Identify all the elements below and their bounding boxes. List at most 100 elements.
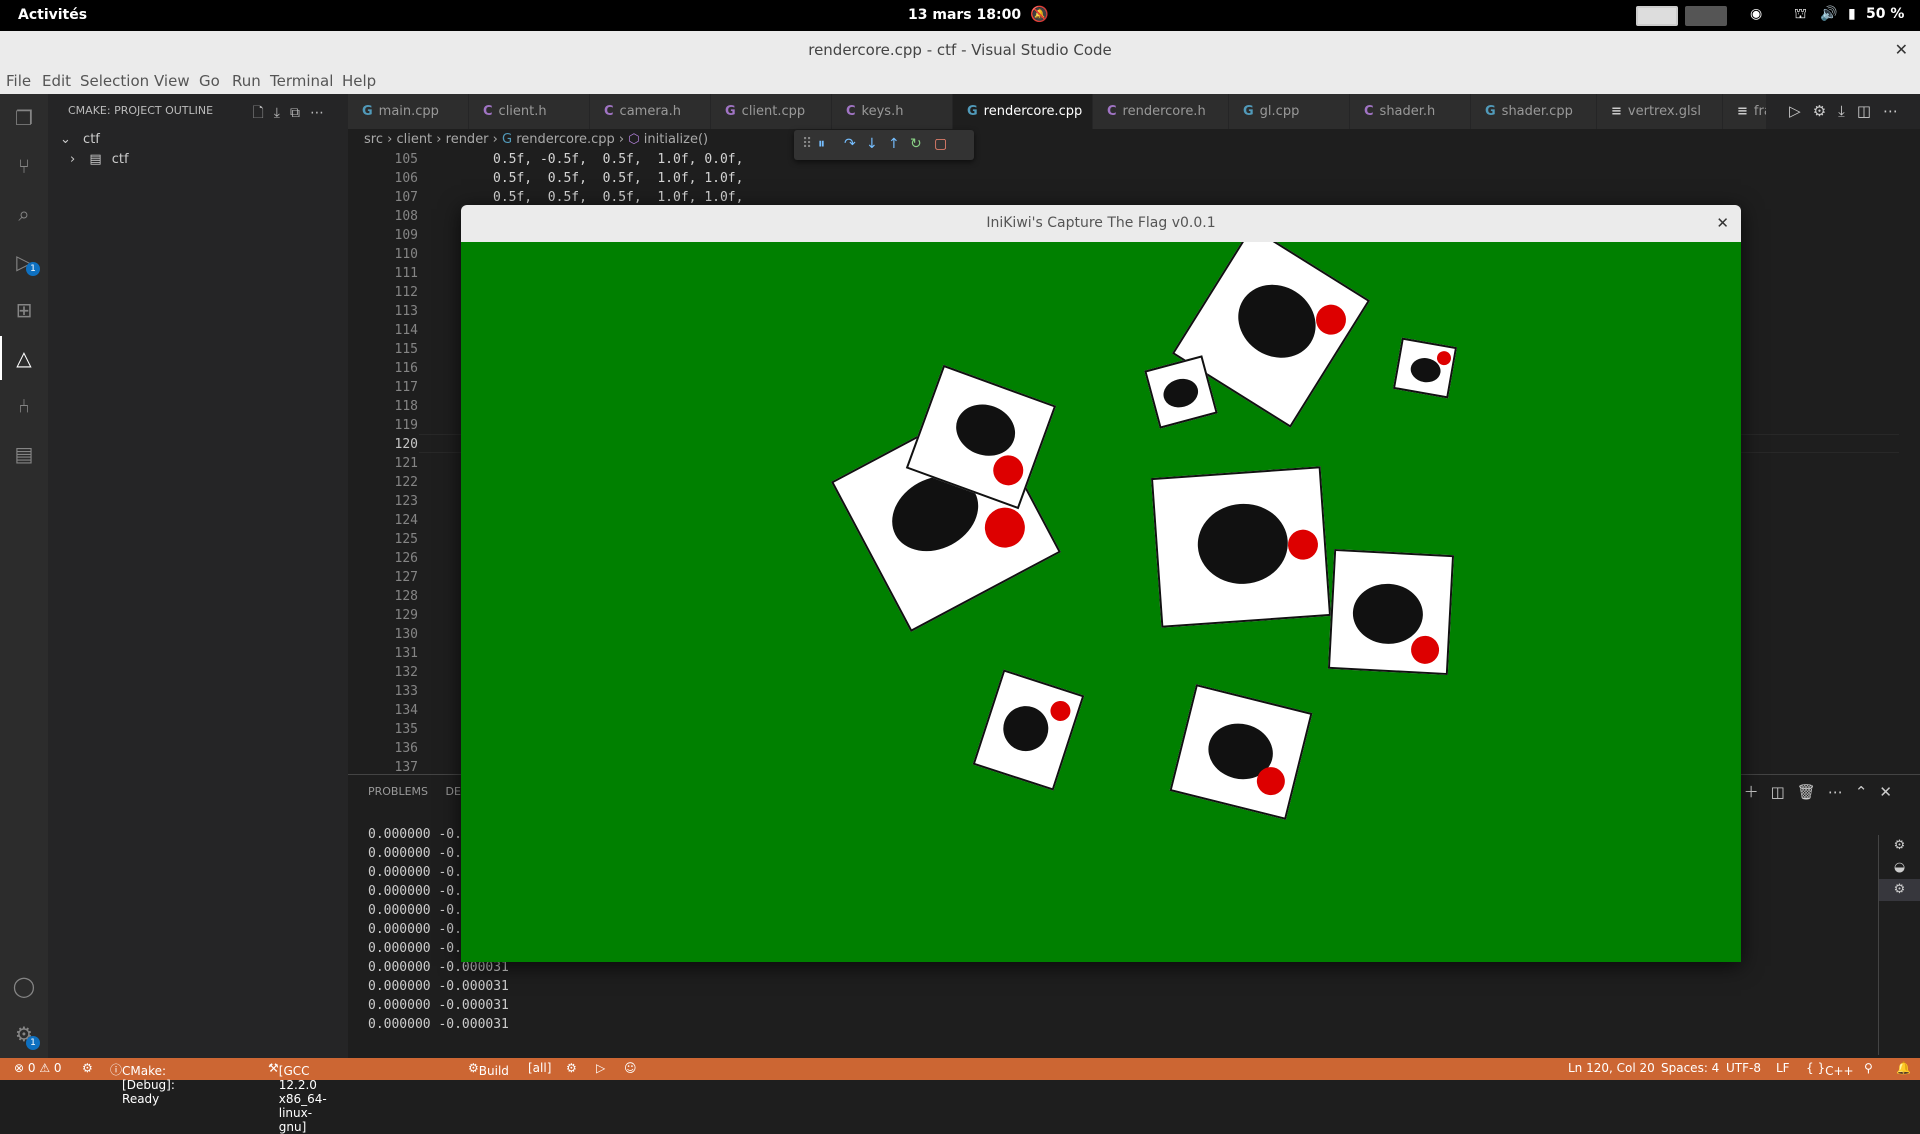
- notebook-icon[interactable]: ▤: [10, 440, 38, 468]
- download-icon[interactable]: ⤓: [1838, 102, 1857, 120]
- tab-debug-console[interactable]: DE: [446, 785, 461, 798]
- game-render-canvas[interactable]: [461, 242, 1741, 962]
- activities-button[interactable]: Activités: [18, 7, 87, 23]
- menu-go[interactable]: Go: [199, 72, 220, 90]
- problems-status[interactable]: ⊗ 0 ⚠ 0: [14, 1061, 62, 1075]
- menu-run[interactable]: Run: [232, 72, 261, 90]
- split-terminal-icon[interactable]: ◫: [1771, 783, 1797, 801]
- more-actions-icon[interactable]: ⋯: [1883, 102, 1910, 120]
- code-view[interactable]: 0.5f, -0.5f, 0.5f, 1.0f, 0.0f, 0.5f, 0.5…: [493, 150, 743, 207]
- step-over-icon[interactable]: ↷: [844, 136, 856, 152]
- tab-rendercore-h[interactable]: Crendercore.h: [1093, 94, 1229, 129]
- indentation[interactable]: Spaces: 4: [1661, 1061, 1719, 1075]
- menu-help[interactable]: Help: [342, 72, 376, 90]
- cmake-terminal-icon[interactable]: ◒: [1879, 857, 1920, 879]
- breadcrumb-item[interactable]: src: [364, 132, 383, 147]
- game-window[interactable]: IniKiwi's Capture The Flag v0.0.1 ✕: [461, 205, 1741, 962]
- debug-status-icon[interactable]: ⚙: [82, 1061, 93, 1075]
- volume-icon[interactable]: 🔊: [1820, 6, 1837, 22]
- split-editor-icon[interactable]: ◫: [1857, 102, 1883, 120]
- window-close-button[interactable]: ✕: [1895, 31, 1908, 69]
- drag-handle-icon[interactable]: ⠿: [802, 136, 812, 152]
- launch-button-icon[interactable]: ▷: [596, 1061, 605, 1075]
- cmake-status[interactable]: ⓘ CMake: [Debug]: Ready: [110, 1061, 175, 1106]
- breadcrumb-item[interactable]: client: [396, 132, 432, 147]
- tab-rendercore-cpp[interactable]: Grendercore.cpp✕: [953, 94, 1105, 129]
- debug-terminal-icon[interactable]: ⚙: [1879, 835, 1920, 857]
- pause-icon[interactable]: ⏸: [818, 136, 825, 152]
- tab-shader-h[interactable]: Cshader.h: [1350, 94, 1471, 129]
- tab-gl-cpp[interactable]: Ggl.cpp: [1229, 94, 1350, 129]
- search-icon[interactable]: ⌕: [10, 200, 38, 228]
- stop-icon[interactable]: ▢: [934, 136, 947, 152]
- breadcrumb-item[interactable]: rendercore.cpp: [516, 132, 615, 147]
- menu-terminal[interactable]: Terminal: [270, 72, 333, 90]
- clock[interactable]: 13 mars 18:00: [908, 7, 1021, 23]
- tab-shader-cpp[interactable]: Gshader.cpp: [1471, 94, 1597, 129]
- more-actions-icon[interactable]: ⋯: [1828, 783, 1855, 801]
- step-into-icon[interactable]: ↓: [866, 136, 878, 152]
- maximize-panel-icon[interactable]: ⌃: [1855, 783, 1880, 801]
- kit-status[interactable]: ⚒ [GCC 12.2.0 x86_64-linux-gnu]: [268, 1061, 327, 1134]
- c-header-icon: C: [1364, 104, 1374, 119]
- run-icon[interactable]: ▷: [1789, 102, 1813, 120]
- battery-percent[interactable]: 50 %: [1866, 6, 1904, 22]
- debug-button-icon[interactable]: ⚙: [566, 1061, 577, 1075]
- tree-item-target[interactable]: › ▤ ctf: [70, 150, 129, 170]
- textured-cube: [1392, 337, 1458, 399]
- live-share-icon[interactable]: ⚲: [1864, 1061, 1873, 1075]
- tab-keys-h[interactable]: Ckeys.h: [832, 94, 953, 129]
- tab-fragment-glsl[interactable]: ≡ fra: [1723, 94, 1767, 129]
- tab-client-cpp[interactable]: Gclient.cpp: [711, 94, 832, 129]
- gamepad-icon[interactable]: ◉: [1750, 6, 1762, 22]
- configure-icon[interactable]: 🗋: [253, 105, 274, 121]
- cursor-position[interactable]: Ln 120, Col 20: [1568, 1061, 1655, 1075]
- line-ending[interactable]: LF: [1776, 1061, 1790, 1075]
- language-mode[interactable]: { } C++: [1806, 1061, 1854, 1078]
- window-titlebar: rendercore.cpp - ctf - Visual Studio Cod…: [0, 31, 1920, 69]
- line-number: 120: [394, 437, 418, 452]
- notifications-bell-icon[interactable]: 🔔: [1896, 1061, 1911, 1075]
- encoding[interactable]: UTF-8: [1726, 1061, 1761, 1075]
- menu-edit[interactable]: Edit: [42, 72, 71, 90]
- tree-item-project[interactable]: ⌄ ctf: [60, 130, 100, 150]
- new-terminal-icon[interactable]: ＋: [1744, 783, 1771, 801]
- build-all-icon[interactable]: ⤓: [274, 105, 290, 121]
- panel-actions: ＋◫🗑⋯⌃✕: [1744, 781, 1904, 802]
- network-icon[interactable]: ⛫: [1794, 6, 1807, 24]
- more-actions-icon[interactable]: ⋯: [310, 105, 334, 121]
- tab-main-cpp[interactable]: Gmain.cpp: [348, 94, 469, 129]
- restart-icon[interactable]: ↻: [910, 136, 922, 152]
- game-window-close-button[interactable]: ✕: [1716, 205, 1729, 242]
- breadcrumb-item[interactable]: initialize(): [644, 132, 708, 147]
- debug-badge: 1: [26, 262, 40, 276]
- menu-view[interactable]: View: [154, 72, 190, 90]
- build-button[interactable]: ⚙ Build: [468, 1061, 509, 1078]
- menu-selection[interactable]: Selection: [80, 72, 149, 90]
- workspace-2[interactable]: [1685, 6, 1727, 26]
- activity-bar: ❐ ⑂ ⌕ ▷ 1 ⊞ △ ⑃ ▤ ◯ ⚙ 1: [0, 94, 48, 1058]
- tab-client-h[interactable]: Cclient.h: [469, 94, 590, 129]
- account-icon[interactable]: ◯: [10, 972, 38, 1000]
- debug-terminal-icon[interactable]: ⚙: [1879, 879, 1920, 901]
- tab-problems[interactable]: PROBLEMS: [368, 785, 428, 798]
- trash-icon[interactable]: 🗑: [1797, 783, 1828, 801]
- settings-icon[interactable]: ⚙: [1813, 102, 1838, 120]
- close-panel-icon[interactable]: ✕: [1879, 783, 1904, 801]
- build-target[interactable]: [all]: [528, 1061, 551, 1075]
- git-graph-icon[interactable]: ⑃: [10, 392, 38, 420]
- tab-camera-h[interactable]: Ccamera.h: [590, 94, 711, 129]
- tab-vertrex-glsl[interactable]: ≡ vertrex.glsl: [1597, 94, 1723, 129]
- breadcrumb-item[interactable]: render: [446, 132, 489, 147]
- explorer-icon[interactable]: ❐: [10, 104, 38, 132]
- step-out-icon[interactable]: ↑: [888, 136, 900, 152]
- game-window-titlebar[interactable]: IniKiwi's Capture The Flag v0.0.1 ✕: [461, 205, 1741, 242]
- source-control-icon[interactable]: ⑂: [10, 152, 38, 180]
- battery-icon[interactable]: ▮: [1848, 6, 1856, 22]
- extensions-icon[interactable]: ⊞: [10, 296, 38, 324]
- cmake-icon[interactable]: △: [10, 344, 38, 372]
- menu-file[interactable]: File: [6, 72, 31, 90]
- collapse-icon[interactable]: ⧉: [290, 105, 310, 121]
- feedback-icon[interactable]: ☺: [624, 1061, 637, 1075]
- workspace-1[interactable]: [1636, 6, 1678, 26]
